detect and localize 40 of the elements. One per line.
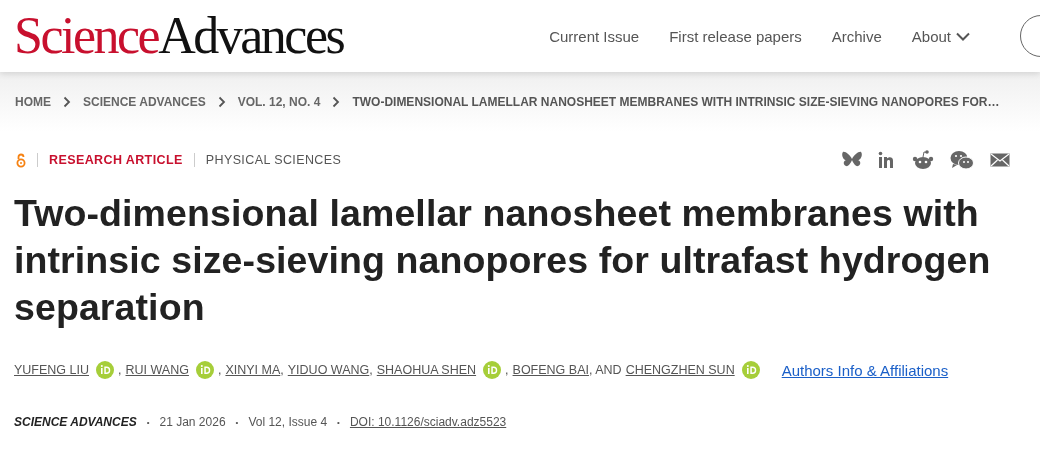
chevron-icon: [217, 96, 226, 108]
author-link[interactable]: SHAOHUA SHEN: [376, 363, 477, 377]
separator-dot: •: [146, 417, 150, 427]
author-link[interactable]: CHENGZHEN SUN: [625, 363, 735, 377]
author-link[interactable]: BOFENG BAI: [512, 363, 589, 377]
chevron-icon: [63, 96, 71, 108]
journal-logo[interactable]: ScienceAdvances: [14, 10, 344, 62]
author-separator: ,: [505, 363, 509, 377]
mail-icon[interactable]: [990, 153, 1010, 167]
author-link[interactable]: RUI WANG: [125, 363, 189, 377]
nav-link[interactable]: Current Issue: [549, 27, 640, 45]
author-separator: ,: [118, 363, 122, 377]
nav-link[interactable]: First release papers: [669, 27, 802, 45]
authors-info-link[interactable]: Authors Info & Affiliations: [781, 361, 949, 379]
separator-dot: •: [337, 417, 340, 427]
linkedin-icon[interactable]: [878, 151, 896, 169]
separator-dot: •: [235, 417, 239, 427]
nav-link[interactable]: Archive: [831, 27, 882, 45]
publication-date: 21 Jan 2026: [159, 415, 226, 429]
breadcrumb-link[interactable]: SCIENCE ADVANCES: [83, 95, 206, 109]
author-separator: ,: [280, 363, 284, 377]
nav-link[interactable]: About: [911, 27, 970, 45]
author-separator: , AND: [588, 363, 622, 377]
breadcrumb-link[interactable]: VOL. 12, NO. 4: [237, 95, 321, 109]
author-separator: ,: [217, 363, 222, 377]
chevron-down-icon: [956, 31, 970, 41]
issue-label: Vol 12, Issue 4: [248, 415, 328, 429]
chat-bubbles-icon[interactable]: [950, 150, 974, 170]
chevron-icon: [332, 96, 341, 108]
doi-link[interactable]: DOI: 10.1126/sciadv.adz5523: [349, 415, 507, 429]
author-link[interactable]: YUFENG LIU: [14, 363, 89, 377]
breadcrumb-link[interactable]: HOME: [15, 95, 51, 109]
author-separator: ,: [369, 363, 373, 377]
article-type[interactable]: RESEARCH ARTICLE: [49, 153, 183, 167]
butterfly-icon[interactable]: [842, 151, 862, 169]
alien-icon[interactable]: [912, 150, 934, 170]
subject-label[interactable]: PHYSICAL SCIENCES: [205, 153, 342, 167]
open-access-icon: [16, 152, 26, 168]
journal-name: SCIENCE ADVANCES: [14, 415, 137, 429]
article-title: Two-dimensional lamellar nanosheet membranes with intrinsic size-sieving nanopores for ultrafast hydrogen separation: [14, 191, 992, 330]
